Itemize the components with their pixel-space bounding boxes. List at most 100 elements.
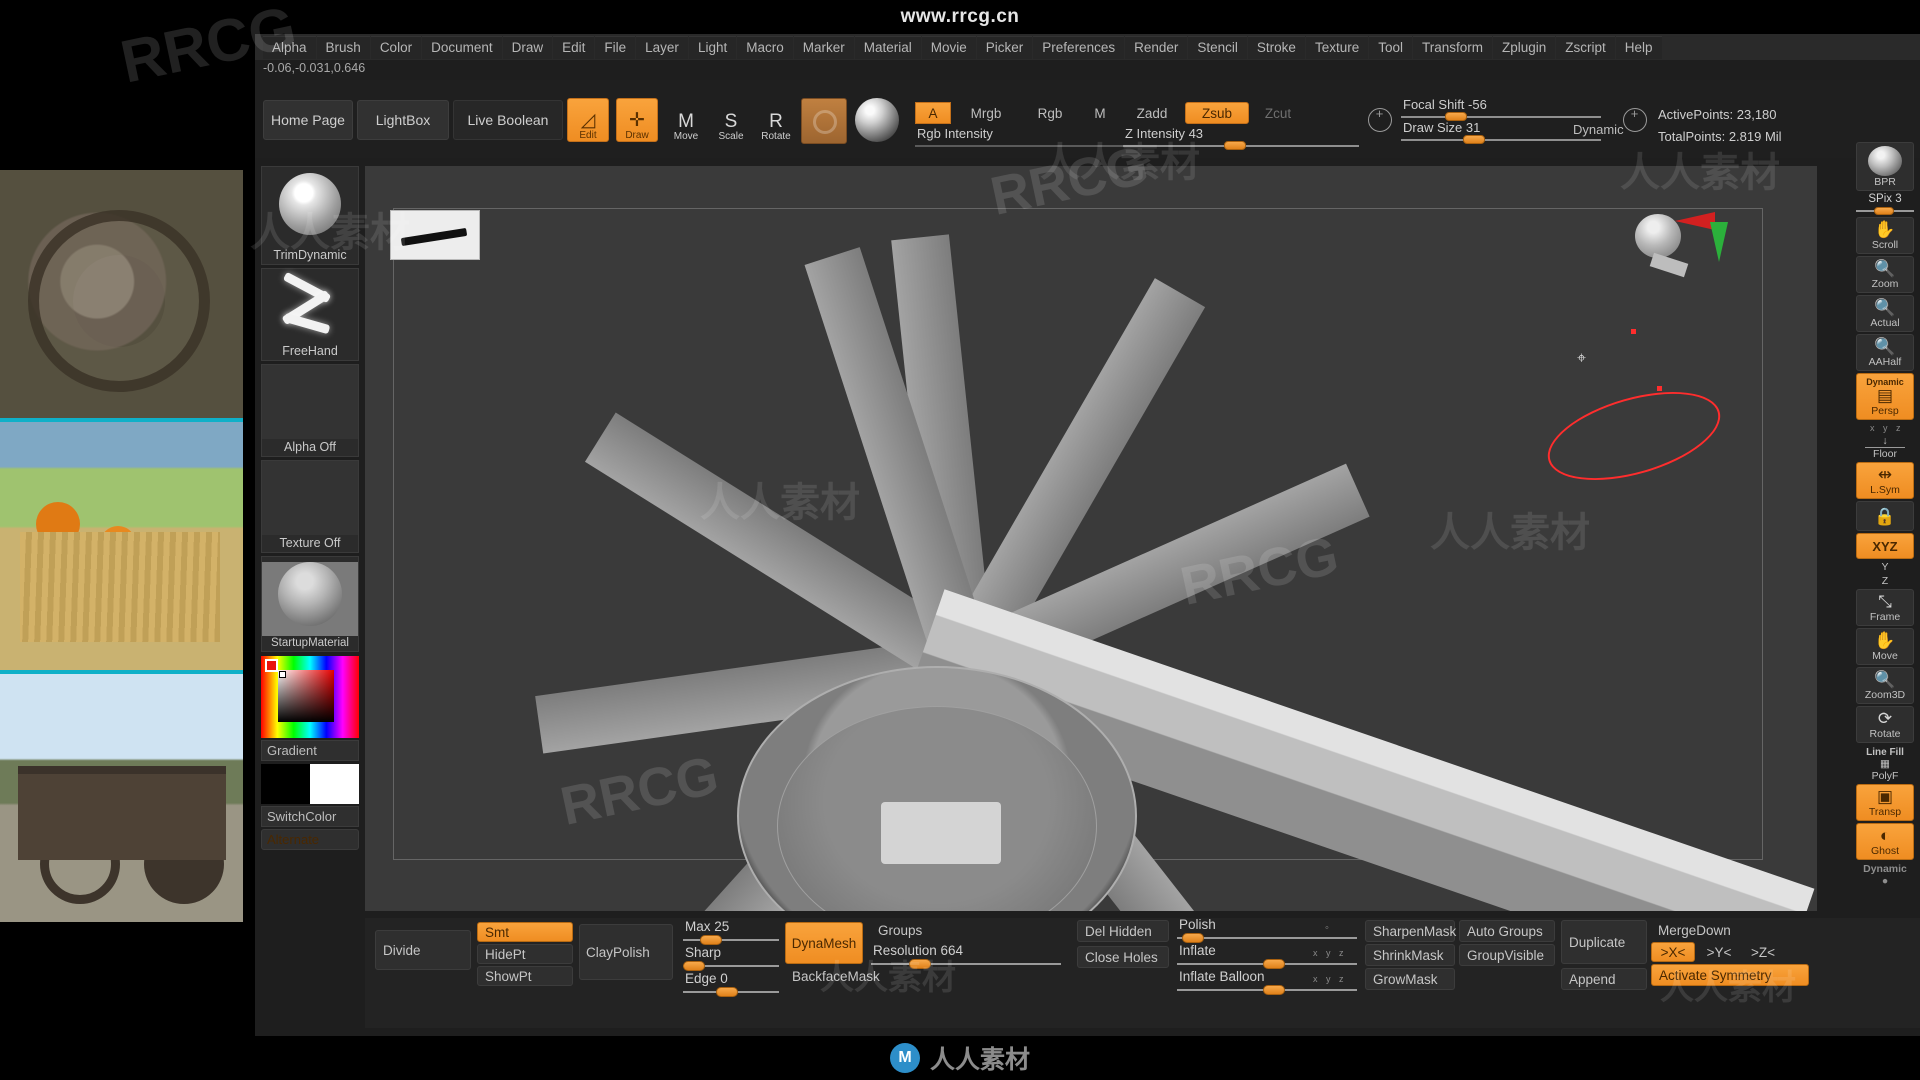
- zcut-button[interactable]: Zcut: [1253, 102, 1303, 124]
- grow-mask-button[interactable]: GrowMask: [1365, 968, 1455, 990]
- secondary-color-swatch[interactable]: [310, 764, 359, 804]
- ghost-button[interactable]: ◐ Ghost: [1856, 823, 1914, 860]
- activate-symmetry-button[interactable]: Activate Symmetry: [1651, 964, 1809, 986]
- smt-button[interactable]: Smt: [477, 922, 573, 942]
- resolution-slider[interactable]: Resolution 664: [871, 943, 1061, 970]
- color-picker-field[interactable]: [278, 670, 334, 722]
- channel-alpha-button[interactable]: A: [915, 102, 951, 124]
- z-intensity-knob[interactable]: [1224, 141, 1247, 150]
- xyz-rotate-button[interactable]: XYZ: [1856, 533, 1914, 559]
- groups-button[interactable]: Groups: [871, 920, 947, 940]
- material-selector[interactable]: StartupMaterial: [261, 556, 359, 652]
- material-sphere-icon[interactable]: [855, 98, 899, 142]
- draw-size-slider[interactable]: Draw Size 31: [1401, 120, 1601, 144]
- menu-item-light[interactable]: Light: [688, 35, 737, 59]
- move-3d-button[interactable]: ✋ Move: [1856, 628, 1914, 665]
- duplicate-button[interactable]: Duplicate: [1561, 920, 1647, 964]
- home-page-button[interactable]: Home Page: [263, 100, 353, 140]
- backfacemask-button[interactable]: BackfaceMask: [785, 966, 880, 986]
- sharp-knob[interactable]: [683, 961, 705, 971]
- y-rotate-button[interactable]: Y: [1856, 561, 1914, 573]
- perspective-button[interactable]: Dynamic ▤ Persp: [1856, 373, 1914, 420]
- sharp-slider[interactable]: Sharp: [683, 945, 779, 972]
- reference-thumbnail-wagon-wheel[interactable]: [0, 170, 243, 418]
- menu-item-edit[interactable]: Edit: [553, 35, 595, 59]
- switch-color-button[interactable]: SwitchColor: [261, 806, 359, 827]
- sharpen-mask-button[interactable]: SharpenMask: [1365, 920, 1456, 942]
- max-knob[interactable]: [700, 935, 723, 945]
- primary-color-swatch[interactable]: [261, 764, 310, 804]
- resolution-knob[interactable]: [909, 959, 931, 969]
- 3d-viewport[interactable]: ⌖: [365, 166, 1817, 911]
- menu-item-stencil[interactable]: Stencil: [1188, 35, 1247, 59]
- channel-m-button[interactable]: M: [1083, 102, 1117, 124]
- actual-size-button[interactable]: 🔍 Actual: [1856, 295, 1914, 332]
- channel-mrgb-button[interactable]: Mrgb: [955, 102, 1017, 124]
- spix-slider[interactable]: SPix 3: [1856, 193, 1914, 215]
- zoom-3d-button[interactable]: 🔍 Zoom3D: [1856, 667, 1914, 704]
- shrink-mask-button[interactable]: ShrinkMask: [1365, 944, 1455, 966]
- polyframe-button[interactable]: Line Fill ▦ PolyF: [1856, 747, 1914, 782]
- spix-knob[interactable]: [1874, 207, 1894, 215]
- frame-button[interactable]: ⤡ Frame: [1856, 589, 1914, 626]
- menu-item-color[interactable]: Color: [370, 35, 422, 59]
- menu-item-preferences[interactable]: Preferences: [1033, 35, 1125, 59]
- focal-shift-slider[interactable]: Focal Shift -56: [1401, 97, 1601, 121]
- reference-thumbnail-pumpkin-cart[interactable]: [0, 422, 243, 670]
- draw-button[interactable]: ✛ Draw: [616, 98, 658, 142]
- menu-item-zscript[interactable]: Zscript: [1556, 35, 1615, 59]
- live-boolean-button[interactable]: Live Boolean: [453, 100, 563, 140]
- claypolish-button[interactable]: ClayPolish: [579, 924, 673, 980]
- move-button[interactable]: M Move: [665, 98, 707, 142]
- menu-item-movie[interactable]: Movie: [921, 35, 976, 59]
- menu-item-transform[interactable]: Transform: [1412, 35, 1492, 59]
- local-symmetry-button[interactable]: ⇹ L.Sym: [1856, 462, 1914, 499]
- menu-item-material[interactable]: Material: [854, 35, 921, 59]
- rotate-button[interactable]: R Rotate: [755, 98, 797, 142]
- showpt-button[interactable]: ShowPt: [477, 966, 573, 986]
- menu-item-draw[interactable]: Draw: [502, 35, 553, 59]
- zadd-button[interactable]: Zadd: [1123, 102, 1181, 124]
- polish-knob[interactable]: [1182, 933, 1205, 943]
- menu-item-texture[interactable]: Texture: [1305, 35, 1369, 59]
- edge-knob[interactable]: [715, 987, 738, 997]
- alternate-button[interactable]: Alternate: [261, 829, 359, 850]
- symmetry-y-button[interactable]: >Y<: [1699, 942, 1739, 962]
- rotate-3d-button[interactable]: ⟳ Rotate: [1856, 706, 1914, 743]
- group-visible-button[interactable]: GroupVisible: [1459, 944, 1555, 966]
- color-picker[interactable]: [261, 656, 359, 738]
- texture-selector[interactable]: Texture Off: [261, 460, 359, 553]
- alpha-selector[interactable]: Alpha Off: [261, 364, 359, 457]
- scale-button[interactable]: S Scale: [710, 98, 752, 142]
- menu-item-render[interactable]: Render: [1125, 35, 1188, 59]
- dynamic-button[interactable]: Dynamic ●: [1856, 863, 1914, 887]
- brush-selector[interactable]: TrimDynamic: [261, 166, 359, 265]
- zsub-button[interactable]: Zsub: [1185, 102, 1249, 124]
- edit-button[interactable]: ◿ Edit: [567, 98, 609, 142]
- gradient-button[interactable]: Gradient: [261, 740, 359, 761]
- transparency-button[interactable]: ▣ Transp: [1856, 784, 1914, 821]
- auto-groups-button[interactable]: Auto Groups: [1459, 920, 1555, 942]
- divide-button[interactable]: Divide: [375, 930, 471, 970]
- close-holes-button[interactable]: Close Holes: [1077, 946, 1169, 968]
- dynamesh-button[interactable]: DynaMesh: [785, 922, 863, 964]
- inflate-knob[interactable]: [1263, 959, 1286, 969]
- brush-thumbnail[interactable]: [801, 98, 847, 144]
- menu-item-tool[interactable]: Tool: [1369, 35, 1412, 59]
- max-slider[interactable]: Max 25: [683, 919, 779, 946]
- zoom-button[interactable]: 🔍 Zoom: [1856, 256, 1914, 293]
- draw-size-knob[interactable]: [1463, 135, 1485, 144]
- menu-item-macro[interactable]: Macro: [737, 35, 793, 59]
- stroke-selector[interactable]: FreeHand: [261, 268, 359, 361]
- aahalf-button[interactable]: 🔍 AAHalf: [1856, 334, 1914, 371]
- hidept-button[interactable]: HidePt: [477, 944, 573, 964]
- lightbox-button[interactable]: LightBox: [357, 100, 449, 140]
- symmetry-z-button[interactable]: >Z<: [1743, 942, 1783, 962]
- del-hidden-button[interactable]: Del Hidden: [1077, 920, 1169, 942]
- bpr-button[interactable]: BPR: [1856, 142, 1914, 191]
- menu-item-zplugin[interactable]: Zplugin: [1493, 35, 1556, 59]
- menu-item-brush[interactable]: Brush: [316, 35, 370, 59]
- scroll-button[interactable]: ✋ Scroll: [1856, 217, 1914, 254]
- inflate-balloon-knob[interactable]: [1263, 985, 1286, 995]
- floor-button[interactable]: ↓ Floor: [1856, 435, 1914, 460]
